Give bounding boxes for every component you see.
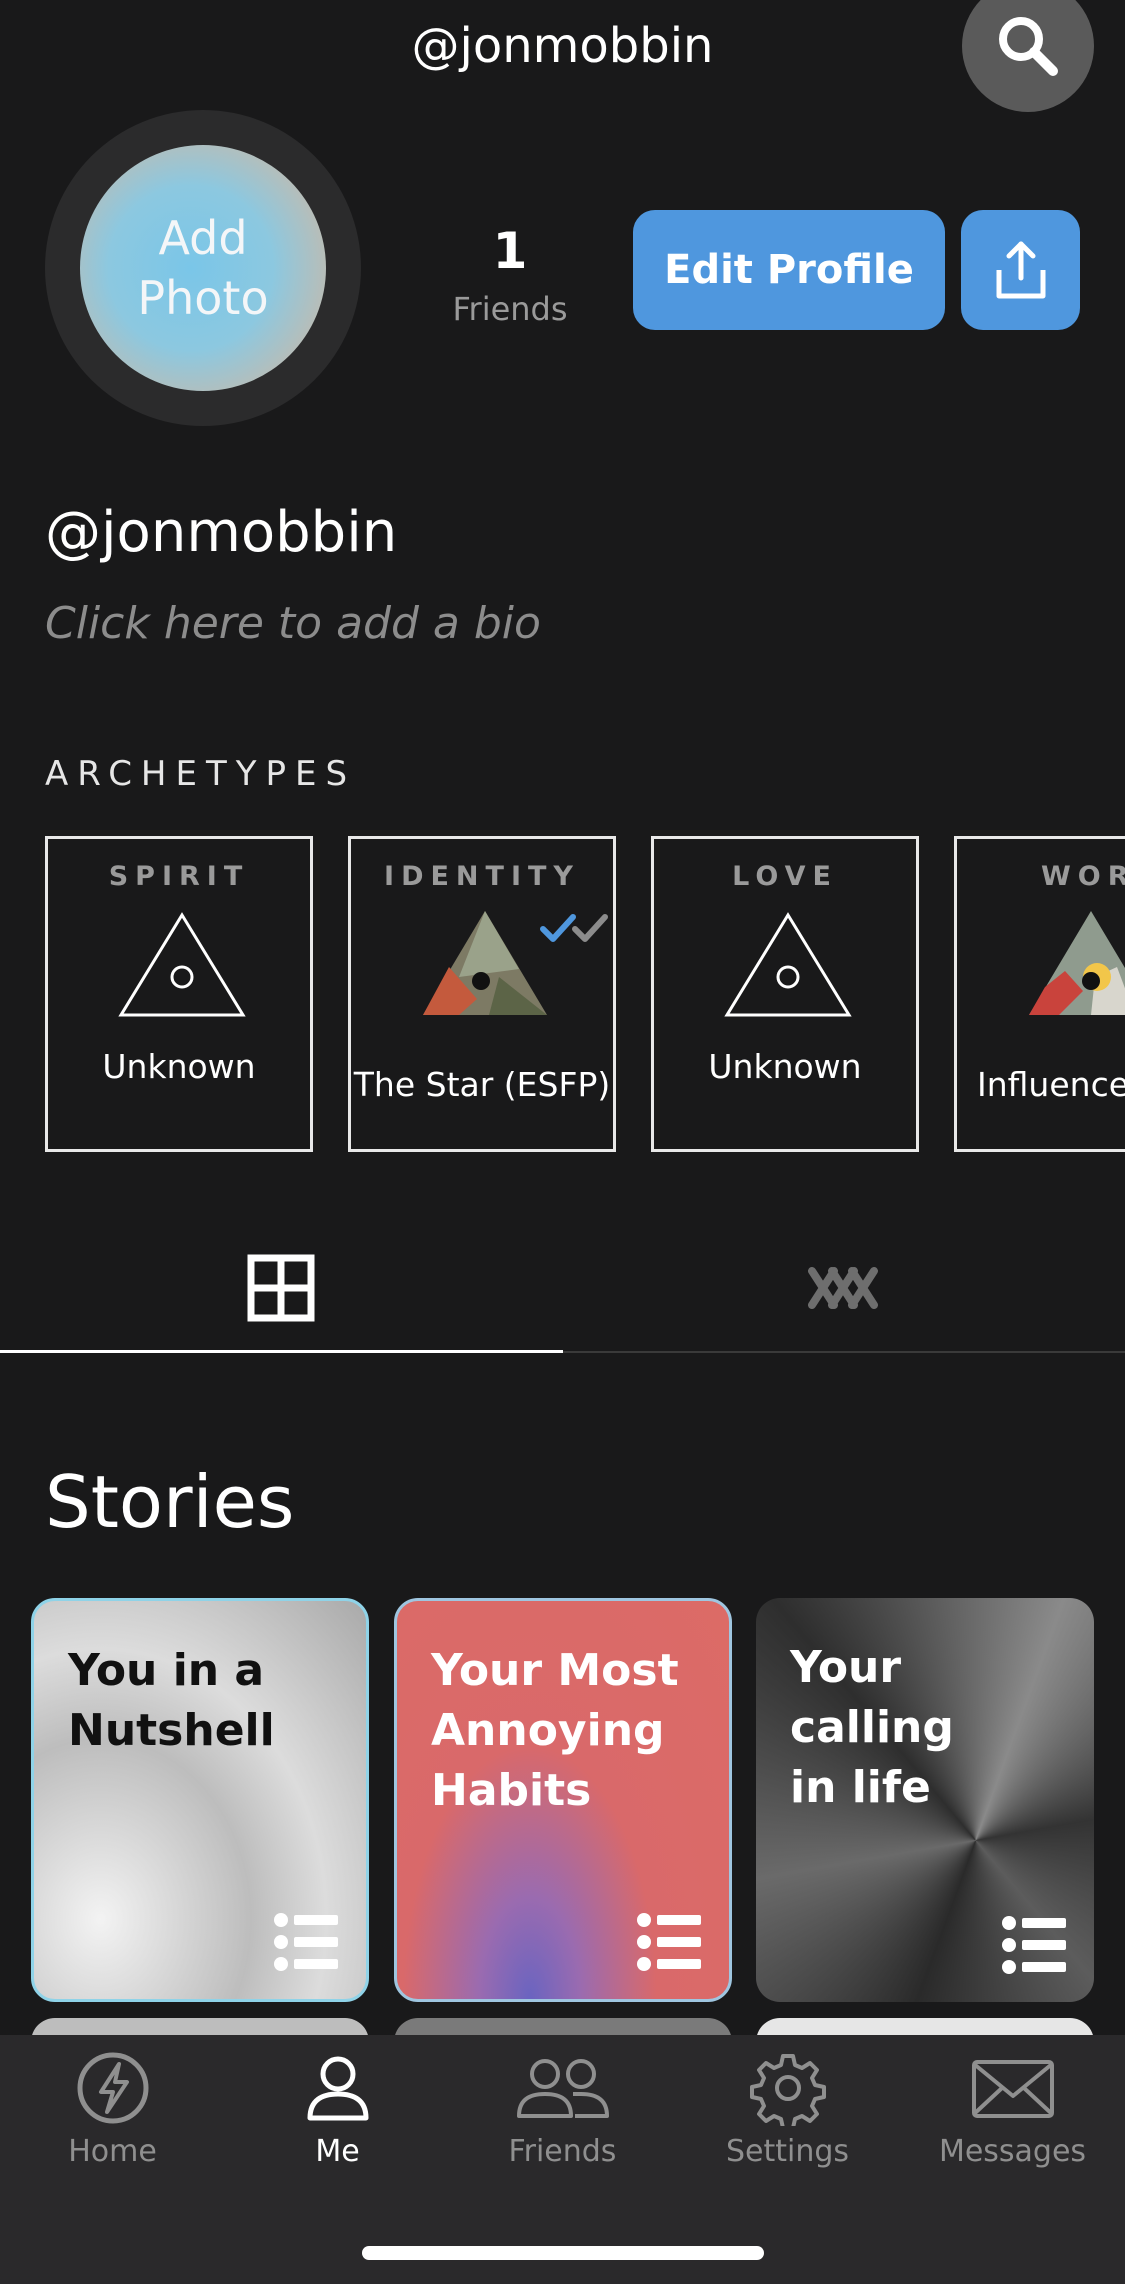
story-card-calling-in-life[interactable]: Your calling in life bbox=[756, 1598, 1094, 2002]
story-title-line: Nutshell bbox=[68, 1705, 275, 1756]
avatar[interactable]: Add Photo bbox=[45, 110, 361, 426]
story-title-line: Habits bbox=[431, 1765, 592, 1816]
nav-settings[interactable]: Settings bbox=[675, 2050, 900, 2169]
archetype-name: Influence bbox=[977, 1065, 1125, 1104]
story-card-nutshell[interactable]: You in a Nutshell bbox=[31, 1598, 369, 2002]
avatar-label-line1: Add bbox=[158, 211, 248, 265]
gear-icon bbox=[749, 2054, 826, 2126]
edit-profile-button[interactable]: Edit Profile bbox=[633, 210, 945, 330]
story-title-line: Your calling bbox=[790, 1642, 954, 1753]
grid-icon bbox=[247, 1254, 315, 1321]
list-icon bbox=[1002, 1916, 1066, 1974]
linked-rings-icon bbox=[808, 1266, 878, 1309]
archetype-category: LOVE bbox=[732, 861, 838, 892]
nav-label: Friends bbox=[508, 2134, 617, 2169]
story-card-annoying-habits[interactable]: Your Most Annoying Habits bbox=[394, 1598, 732, 2002]
story-title: You in a Nutshell bbox=[68, 1641, 346, 1761]
story-title: Your Most Annoying Habits bbox=[431, 1641, 709, 1821]
archetype-name: Unknown bbox=[708, 1047, 862, 1086]
archetype-card-identity[interactable]: IDENTITY The Star (ESFP) bbox=[348, 836, 616, 1152]
home-indicator[interactable] bbox=[362, 2246, 764, 2260]
friends-label[interactable]: Friends bbox=[430, 290, 590, 328]
search-button[interactable] bbox=[962, 0, 1094, 112]
archetype-card-love[interactable]: LOVE Unknown bbox=[651, 836, 919, 1152]
search-icon bbox=[999, 17, 1058, 76]
envelope-icon bbox=[971, 2060, 1054, 2118]
story-title-line: You in a bbox=[68, 1645, 265, 1696]
archetype-category: IDENTITY bbox=[384, 861, 580, 892]
bio-field[interactable]: Click here to add a bio bbox=[45, 598, 541, 649]
nav-friends[interactable]: Friends bbox=[450, 2050, 675, 2169]
nav-label: Settings bbox=[725, 2134, 850, 2169]
archetypes-heading: ARCHETYPES bbox=[45, 754, 357, 794]
nav-label: Me bbox=[315, 2134, 360, 2169]
list-icon bbox=[637, 1913, 701, 1971]
archetype-name: The Star (ESFP) bbox=[353, 1065, 611, 1104]
story-title-line: Annoying bbox=[431, 1705, 665, 1756]
tab-divider bbox=[563, 1351, 1125, 1353]
list-icon bbox=[274, 1913, 338, 1971]
friends-count[interactable]: 1 bbox=[430, 222, 590, 280]
stories-heading: Stories bbox=[45, 1460, 295, 1544]
add-photo-button[interactable]: Add Photo bbox=[80, 145, 326, 391]
tab-grid[interactable] bbox=[0, 1225, 562, 1350]
nav-label: Home bbox=[68, 2134, 157, 2169]
archetype-category: WOR bbox=[1041, 861, 1125, 892]
match-checkmarks-icon bbox=[540, 914, 608, 942]
story-title: Your calling in life bbox=[790, 1638, 1074, 1818]
archetype-card-spirit[interactable]: SPIRIT Unknown bbox=[45, 836, 313, 1152]
story-title-line: Your Most bbox=[431, 1645, 679, 1696]
nav-home[interactable]: Home bbox=[0, 2050, 225, 2169]
tab-compatibility[interactable] bbox=[563, 1225, 1125, 1350]
nav-me[interactable]: Me bbox=[225, 2050, 450, 2169]
profile-handle: @jonmobbin bbox=[45, 500, 398, 565]
unknown-triangle-icon bbox=[724, 912, 852, 1017]
archetype-name: Unknown bbox=[102, 1047, 256, 1086]
archetype-art-icon bbox=[423, 911, 547, 1015]
header-title: @jonmobbin bbox=[411, 18, 714, 74]
nav-label: Messages bbox=[938, 2134, 1087, 2169]
person-icon bbox=[307, 2056, 368, 2121]
unknown-triangle-icon bbox=[118, 912, 246, 1017]
avatar-label-line2: Photo bbox=[137, 271, 269, 325]
share-button[interactable] bbox=[961, 210, 1080, 330]
lightning-icon bbox=[77, 2052, 148, 2124]
archetype-category: SPIRIT bbox=[108, 861, 250, 892]
nav-messages[interactable]: Messages bbox=[900, 2050, 1125, 2169]
active-tab-indicator bbox=[0, 1350, 563, 1353]
story-title-line: in life bbox=[790, 1762, 931, 1813]
share-icon bbox=[996, 241, 1045, 299]
friends-icon bbox=[516, 2059, 609, 2118]
archetype-art-icon bbox=[1029, 911, 1125, 1015]
archetype-card-work[interactable]: WOR Influence bbox=[954, 836, 1125, 1152]
